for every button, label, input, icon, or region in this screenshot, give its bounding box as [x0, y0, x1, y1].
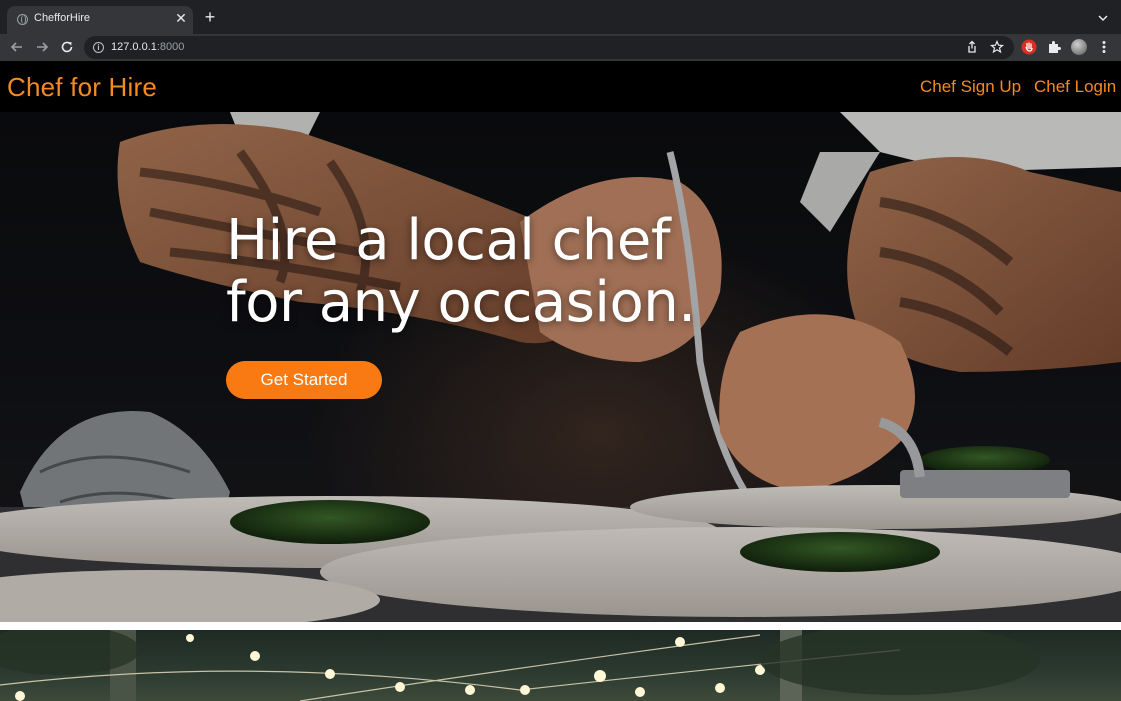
share-icon[interactable]: [965, 40, 979, 54]
tab-title: ChefforHire: [34, 12, 91, 24]
profile-avatar[interactable]: [1071, 39, 1087, 55]
address-bar[interactable]: i 127.0.0.1:8000: [84, 36, 1014, 59]
browser-toolbar: i 127.0.0.1:8000: [0, 34, 1121, 61]
globe-icon: [17, 14, 28, 25]
bookmark-star-icon[interactable]: [990, 40, 1004, 54]
new-tab-icon[interactable]: +: [202, 8, 218, 26]
brand-logo[interactable]: Chef for Hire: [7, 72, 157, 103]
string-lights-photo: [0, 630, 1040, 701]
back-arrow-icon[interactable]: [9, 39, 25, 55]
hero-background-photo: [0, 112, 1121, 622]
close-tab-icon[interactable]: ✕: [174, 10, 188, 26]
hero-headline-line-1: Hire a local chef: [226, 208, 671, 273]
url-text: 127.0.0.1:8000: [111, 41, 185, 53]
browser-tab[interactable]: ChefforHire ✕: [7, 6, 193, 34]
site-info-icon[interactable]: i: [93, 42, 104, 53]
chevron-down-icon[interactable]: [1096, 11, 1110, 25]
puzzle-icon[interactable]: [1046, 39, 1062, 55]
section-divider: [0, 622, 1121, 630]
browser-tabstrip: ChefforHire ✕ +: [0, 0, 1121, 34]
reload-icon[interactable]: [59, 39, 75, 55]
site-navbar: Chef for Hire Chef Sign Up Chef Login: [0, 62, 1121, 112]
hero-headline: Hire a local chef for any occasion.: [226, 210, 696, 334]
extension-shield-icon[interactable]: [1021, 39, 1037, 55]
more-menu-icon[interactable]: [1098, 39, 1110, 55]
hero-headline-line-2: for any occasion.: [226, 270, 696, 335]
events-section-photo: [0, 630, 1121, 701]
forward-arrow-icon[interactable]: [34, 39, 50, 55]
chef-sign-up-link[interactable]: Chef Sign Up: [920, 77, 1021, 97]
hero-section: Hire a local chef for any occasion. Get …: [0, 112, 1121, 622]
get-started-button[interactable]: Get Started: [226, 361, 382, 399]
chef-login-link[interactable]: Chef Login: [1034, 77, 1116, 97]
